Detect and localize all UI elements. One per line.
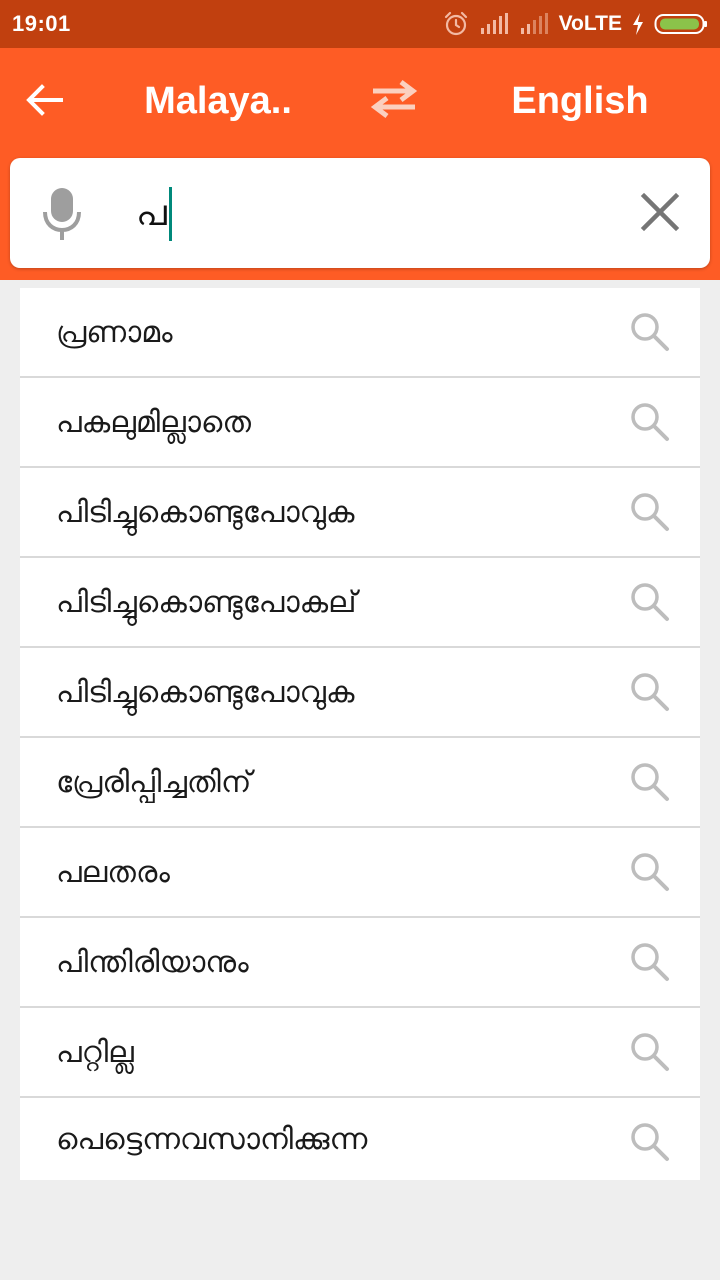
- search-icon: [631, 1123, 669, 1161]
- source-language-selector[interactable]: Malaya..: [118, 76, 318, 126]
- charging-icon: [632, 13, 644, 35]
- suggestion-text: പെട്ടെന്നവസാനിക്കുന്ന: [56, 1121, 368, 1157]
- suggestion-text: പലതരം: [56, 854, 170, 890]
- suggestion-item[interactable]: പകലുമില്ലാതെ: [20, 378, 700, 468]
- alarm-icon: [443, 11, 469, 37]
- search-icon: [631, 583, 669, 621]
- suggestion-item[interactable]: പിടിച്ചുകൊണ്ടുപോവുക: [20, 648, 700, 738]
- search-input[interactable]: പ: [136, 186, 172, 242]
- suggestion-text: പിടിച്ചുകൊണ്ടുപോവുക: [56, 674, 355, 710]
- suggestion-item[interactable]: പിടിച്ചുകൊണ്ടുപോവുക: [20, 468, 700, 558]
- search-query-text: പ: [136, 193, 167, 234]
- search-icon: [631, 853, 669, 891]
- target-language-selector[interactable]: English: [480, 76, 680, 126]
- suggestion-text: പ്രേരിപ്പിച്ചതിന്: [56, 764, 252, 800]
- microphone-icon: [43, 188, 81, 240]
- battery-icon: [654, 12, 708, 36]
- suggestion-item[interactable]: പിടിച്ചുകൊണ്ടുപോകല്: [20, 558, 700, 648]
- suggestion-text: പിടിച്ചുകൊണ്ടുപോകല്: [56, 584, 357, 620]
- search-icon: [631, 403, 669, 441]
- status-time: 19:01: [12, 11, 71, 36]
- swap-arrows-icon: [370, 80, 418, 118]
- close-icon: [640, 192, 680, 232]
- suggestion-item[interactable]: പെട്ടെന്നവസാനിക്കുന്ന: [20, 1098, 700, 1180]
- suggestion-item[interactable]: പ്രണാമം: [20, 288, 700, 378]
- voice-input-button[interactable]: [40, 186, 84, 242]
- arrow-left-icon: [26, 84, 63, 116]
- text-cursor: [168, 187, 172, 241]
- network-type-label: VoLTE: [558, 12, 622, 35]
- suggestion-item[interactable]: പ്രേരിപ്പിച്ചതിന്: [20, 738, 700, 828]
- back-button[interactable]: [22, 78, 66, 122]
- suggestion-text: പകലുമില്ലാതെ: [56, 404, 251, 440]
- search-icon: [631, 313, 669, 351]
- clear-button[interactable]: [638, 190, 682, 234]
- search-icon: [631, 673, 669, 711]
- suggestion-item[interactable]: പറ്റില്ല: [20, 1008, 700, 1098]
- search-icon: [631, 763, 669, 801]
- suggestion-text: പിന്തിരിയാനും: [56, 944, 249, 980]
- suggestion-text: പറ്റില്ല: [56, 1034, 134, 1070]
- signal-icon: [479, 13, 509, 35]
- suggestion-item[interactable]: പിന്തിരിയാനും: [20, 918, 700, 1008]
- search-icon: [631, 493, 669, 531]
- search-icon: [631, 1033, 669, 1071]
- status-icons: VoLTE: [443, 11, 708, 37]
- suggestion-text: പ്രണാമം: [56, 314, 173, 350]
- swap-languages-button[interactable]: [362, 74, 426, 124]
- suggestion-text: പിടിച്ചുകൊണ്ടുപോവുക: [56, 494, 355, 530]
- search-icon: [631, 943, 669, 981]
- suggestion-list: പ്രണാമം പകലുമില്ലാതെ പിടിച്ചുകൊണ്ടുപോവുക…: [20, 288, 700, 1180]
- suggestion-item[interactable]: പലതരം: [20, 828, 700, 918]
- status-bar: 19:01 VoLTE: [0, 0, 720, 48]
- signal-icon: [519, 13, 549, 35]
- search-box: പ: [10, 158, 710, 268]
